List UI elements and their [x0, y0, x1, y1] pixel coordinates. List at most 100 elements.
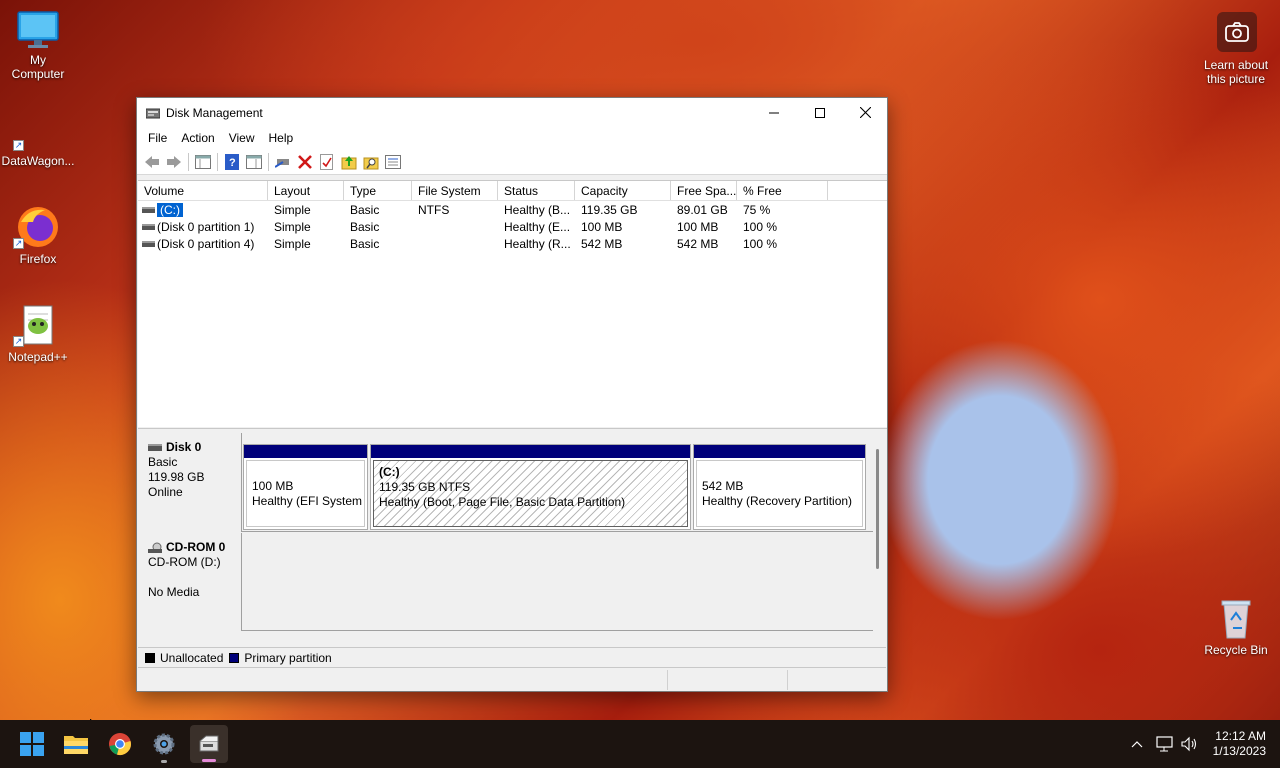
column-header-file-system[interactable]: File System [412, 181, 498, 200]
partition-recovery[interactable]: 542 MB Healthy (Recovery Partition) [693, 444, 866, 530]
maximize-button[interactable] [797, 98, 843, 127]
volume-status: Healthy (B... [504, 202, 571, 217]
partition-c-drive[interactable]: (C:) 119.35 GB NTFS Healthy (Boot, Page … [370, 444, 691, 530]
menu-help[interactable]: Help [262, 131, 301, 145]
volume-file-system: NTFS [418, 202, 450, 217]
volume-status: Healthy (E... [504, 219, 571, 234]
volume-layout: Simple [274, 236, 311, 251]
svg-text:?: ? [229, 157, 236, 169]
volume-button[interactable] [1178, 728, 1202, 760]
volume-free-space: 100 MB [677, 219, 719, 234]
menu-action[interactable]: Action [174, 131, 221, 145]
show-hide-console-tree-button[interactable] [192, 151, 214, 173]
learn-about-picture-button[interactable] [1217, 12, 1257, 52]
desktop-icon-datawagon[interactable]: ↗ DataWagon... [0, 118, 76, 168]
column-header-type[interactable]: Type [344, 181, 412, 200]
settings-taskbar-button[interactable] [148, 728, 180, 763]
primary-partition-bar [371, 445, 690, 458]
unallocated-swatch [145, 652, 155, 663]
recycle-bin-icon [1221, 600, 1251, 639]
cdrom-area [242, 533, 873, 631]
disk-type: Basic [148, 455, 178, 469]
desktop-icon-my-computer[interactable]: My Computer [0, 10, 76, 81]
window-title: Disk Management [166, 105, 263, 120]
desktop-icon-label: DataWagon... [1, 154, 75, 168]
taskbar: 12:12 AM 1/13/2023 [0, 720, 1280, 768]
view-details-button[interactable] [382, 151, 404, 173]
partition-efi[interactable]: 100 MB Healthy (EFI System P [243, 444, 368, 530]
disk-management-taskbar-button[interactable] [190, 725, 228, 763]
status-bar [138, 670, 886, 690]
cdrom-name: CD-ROM 0 [166, 540, 226, 554]
chrome-taskbar-button[interactable] [104, 728, 136, 760]
legend-unallocated: Unallocated [160, 650, 224, 665]
column-header-volume[interactable]: Volume [138, 181, 268, 200]
desktop-icon-label: Computer [11, 67, 65, 81]
volume-status: Healthy (R... [504, 236, 571, 251]
column-header-capacity[interactable]: Capacity [575, 181, 671, 200]
start-button[interactable] [16, 728, 48, 760]
cdrom-0-label[interactable]: CD-ROM 0 CD-ROM (D:) No Media [138, 533, 242, 631]
delete-button[interactable] [294, 151, 316, 173]
connect-disk-button[interactable] [272, 151, 294, 173]
file-explorer-taskbar-button[interactable] [60, 728, 92, 760]
desktop-icon-label: Notepad++ [8, 350, 68, 364]
desktop-icon-label: My [30, 53, 46, 67]
speaker-icon [1181, 736, 1197, 752]
column-header-layout[interactable]: Layout [268, 181, 344, 200]
show-hidden-icons-button[interactable] [1126, 728, 1148, 760]
network-icon [1156, 736, 1173, 752]
help-button[interactable]: ? [221, 151, 243, 173]
console-tree-icon [195, 154, 211, 169]
disk-management-app-icon [146, 108, 160, 118]
volume-row[interactable]: (Disk 0 partition 1) Simple Basic Health… [138, 218, 887, 235]
volume-row[interactable]: (C:) Simple Basic NTFS Healthy (B... 119… [138, 201, 887, 218]
shortcut-arrow-icon: ↗ [13, 336, 24, 347]
forward-button[interactable] [163, 151, 185, 173]
volume-capacity: 542 MB [581, 236, 623, 251]
disk-map-scrollbar[interactable] [876, 449, 879, 569]
primary-partition-bar [244, 445, 367, 458]
desktop-icon-recycle-bin[interactable]: Recycle Bin [1198, 598, 1274, 657]
column-header-status[interactable]: Status [498, 181, 575, 200]
chrome-icon [109, 733, 131, 755]
partition-body-selected: (C:) 119.35 GB NTFS Healthy (Boot, Page … [373, 460, 688, 527]
column-header-free-space[interactable]: Free Spa... [671, 181, 737, 200]
import-button[interactable] [338, 151, 360, 173]
network-button[interactable] [1153, 728, 1177, 760]
back-button[interactable] [141, 151, 163, 173]
minimize-button[interactable] [751, 98, 797, 127]
volume-type: Basic [350, 219, 380, 234]
monitor-icon [17, 11, 59, 48]
volume-row[interactable]: (Disk 0 partition 4) Simple Basic Health… [138, 235, 887, 252]
properties-check-icon [320, 153, 333, 170]
properties-button[interactable] [316, 151, 338, 173]
partition-size: 119.35 GB NTFS [379, 480, 471, 494]
desktop-icon-notepadpp[interactable]: ↗ Notepad++ [0, 302, 76, 364]
help-icon: ? [225, 153, 239, 170]
taskbar-clock[interactable]: 12:12 AM 1/13/2023 [1213, 729, 1266, 759]
delete-x-icon [298, 154, 312, 169]
partition-status: Healthy (Boot, Page File, Basic Data Par… [379, 495, 626, 509]
minimize-icon [769, 112, 779, 113]
title-bar[interactable]: Disk Management [137, 98, 887, 127]
show-hide-action-pane-button[interactable] [243, 151, 265, 173]
desktop-icon-firefox[interactable]: ↗ Firefox [0, 204, 76, 266]
list-view-icon [385, 154, 401, 169]
toolbar-separator [268, 152, 269, 171]
learn-about-line: Learn about [1203, 58, 1269, 72]
column-header-percent-free[interactable]: % Free [737, 181, 828, 200]
menu-file[interactable]: File [141, 131, 174, 145]
toolbar: ? [137, 149, 887, 175]
cdrom-state: No Media [148, 585, 200, 599]
volume-icon [142, 241, 155, 248]
volume-icon [142, 207, 155, 214]
windows-logo-icon [20, 732, 44, 756]
disk-0-label[interactable]: Disk 0 Basic 119.98 GB Online [138, 433, 242, 532]
volume-list-header: Volume Layout Type File System Status Ca… [138, 181, 887, 201]
learn-about-picture-label[interactable]: Learn about this picture [1196, 58, 1276, 86]
menu-view[interactable]: View [222, 131, 262, 145]
find-button[interactable] [360, 151, 382, 173]
disk-0-partitions: 100 MB Healthy (EFI System P (C:) 119.35… [242, 433, 873, 532]
close-button[interactable] [842, 98, 888, 127]
